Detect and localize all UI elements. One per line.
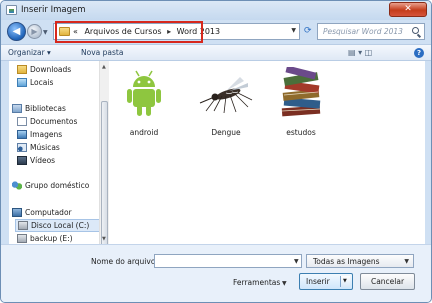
- computer-icon: [12, 208, 22, 217]
- file-type-value: Todas as Imagens: [313, 257, 380, 266]
- back-arrow-icon: ◀: [12, 26, 21, 37]
- nav-item-label: Downloads: [30, 65, 72, 74]
- address-dropdown-icon[interactable]: ▼: [291, 27, 296, 34]
- view-options-icon[interactable]: ▤ ▾ ◫: [348, 48, 372, 57]
- mosquito-image: [196, 67, 256, 119]
- books-image: [276, 65, 326, 119]
- breadcrumb-highlight-box: [55, 21, 203, 43]
- address-row: ◀ ▶ ▼ « Arquivos de Cursos ▸ Word 2013 ▼…: [1, 20, 431, 44]
- nav-item-label: Disco Local (C:): [31, 221, 90, 230]
- filename-input[interactable]: [154, 254, 302, 268]
- file-name: android: [129, 128, 159, 137]
- window-title: Inserir Imagem: [21, 5, 86, 15]
- backup-disk-icon: [17, 234, 27, 243]
- search-box[interactable]: Pesquisar Word 2013: [317, 23, 425, 40]
- help-icon[interactable]: ?: [414, 48, 424, 58]
- nav-item-label: Vídeos: [30, 156, 56, 165]
- filename-dropdown-icon[interactable]: ▼: [294, 258, 299, 265]
- insert-button-label: Inserir: [306, 277, 330, 286]
- pictures-icon: [17, 130, 27, 139]
- search-icon[interactable]: [412, 27, 419, 34]
- forward-arrow-icon: ▶: [31, 27, 38, 36]
- android-robot-image: [119, 67, 169, 119]
- cancel-button[interactable]: Cancelar: [360, 273, 415, 290]
- app-icon: [6, 5, 17, 15]
- nav-item-label: Bibliotecas: [25, 104, 66, 113]
- music-icon: [17, 143, 27, 152]
- close-button[interactable]: ✕: [389, 2, 427, 17]
- navigation-scrollbar[interactable]: ▲ ▼: [99, 61, 109, 251]
- scrollbar-thumb[interactable]: [101, 101, 108, 251]
- videos-icon: [17, 156, 27, 165]
- filename-label: Nome do arquivo:: [91, 257, 158, 266]
- recent-locations-dropdown[interactable]: ▼: [43, 29, 48, 36]
- file-list: android Dengue estudos: [109, 61, 425, 244]
- insert-image-dialog: Inserir Imagem ✕ ◀ ▶ ▼ « Arquivos de Cur…: [0, 0, 432, 303]
- scroll-down-icon[interactable]: ▼: [102, 236, 106, 242]
- chevron-down-icon: ▼: [404, 258, 409, 265]
- nav-item-disco-local[interactable]: Disco Local (C:): [15, 219, 106, 232]
- search-input[interactable]: Pesquisar Word 2013: [323, 27, 403, 36]
- nav-item-label: Locais: [30, 78, 54, 87]
- new-folder-button[interactable]: Nova pasta: [81, 48, 123, 57]
- dialog-footer: Nome do arquivo: ▼ Todas as Imagens ▼ Fe…: [1, 244, 431, 302]
- scroll-up-icon[interactable]: ▲: [102, 64, 106, 70]
- file-item-dengue[interactable]: Dengue: [196, 67, 256, 139]
- places-icon: [17, 78, 27, 87]
- nav-item-label: Computador: [25, 208, 72, 217]
- homegroup-icon: [12, 181, 22, 190]
- nav-item-label: Documentos: [30, 117, 78, 126]
- organize-button[interactable]: Organizar ▾: [8, 48, 51, 57]
- tools-dropdown-icon[interactable]: ▼: [282, 280, 287, 287]
- insert-options-dropdown[interactable]: [340, 276, 350, 287]
- file-name: Dengue: [211, 128, 241, 137]
- tools-menu[interactable]: Ferramentas: [233, 278, 280, 287]
- local-disk-icon: [18, 221, 28, 230]
- refresh-icon[interactable]: ⟳: [304, 26, 312, 36]
- forward-button[interactable]: ▶: [27, 24, 42, 39]
- navigation-pane: Downloads Locais Bibliotecas Documentos …: [9, 61, 107, 244]
- back-button[interactable]: ◀: [7, 22, 26, 41]
- file-item-estudos[interactable]: estudos: [271, 65, 331, 139]
- nav-item-label: Grupo doméstico: [25, 181, 90, 190]
- title-bar: Inserir Imagem ✕: [1, 1, 431, 20]
- documents-icon: [17, 117, 27, 126]
- nav-item-label: Imagens: [30, 130, 63, 139]
- nav-item-label: backup (E:): [30, 234, 73, 243]
- file-type-select[interactable]: Todas as Imagens ▼: [306, 254, 414, 268]
- command-bar: Organizar ▾ Nova pasta ▤ ▾ ◫ ?: [1, 44, 431, 61]
- libraries-icon: [12, 104, 22, 113]
- downloads-folder-icon: [17, 65, 27, 74]
- insert-button[interactable]: Inserir: [299, 273, 353, 290]
- nav-item-label: Músicas: [30, 143, 60, 152]
- file-item-android[interactable]: android: [114, 67, 174, 139]
- file-name: estudos: [286, 128, 316, 137]
